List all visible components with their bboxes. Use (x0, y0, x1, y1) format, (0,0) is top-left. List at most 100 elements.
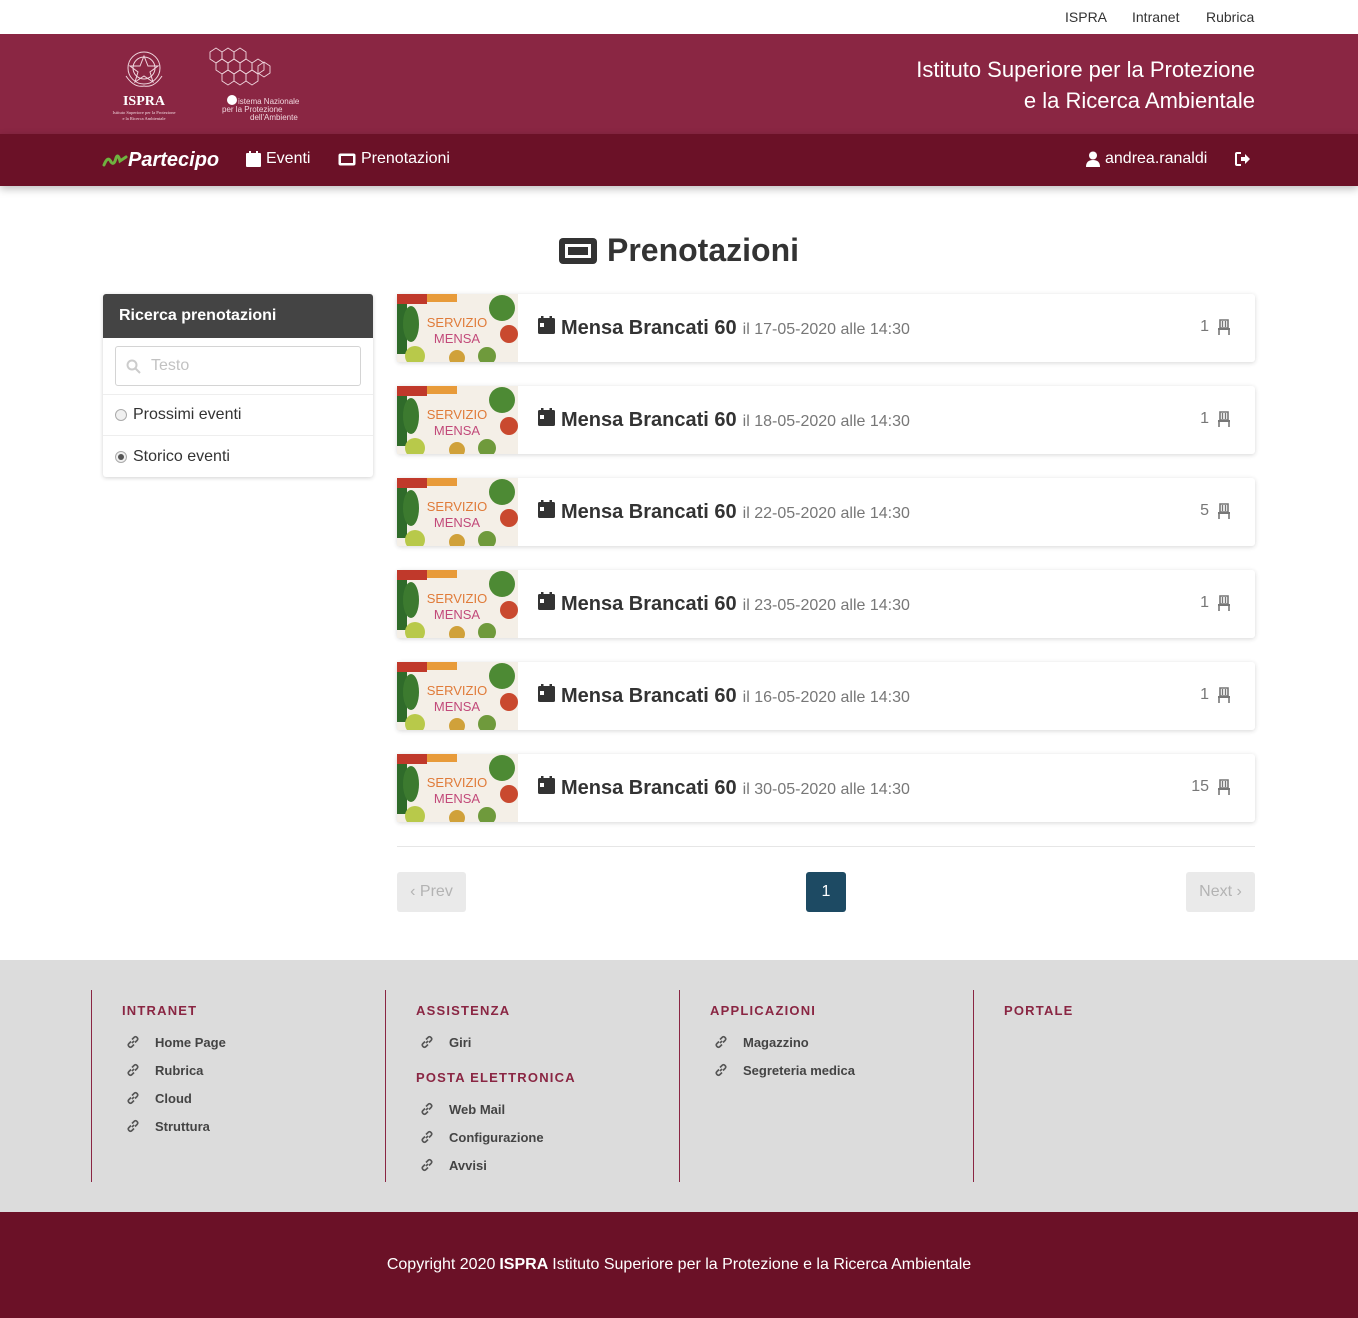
chair-icon (1218, 595, 1230, 611)
nav-eventi-label: Eventi (266, 150, 311, 167)
footer-heading: POSTA ELETTRONICA (416, 1070, 576, 1085)
calendar-icon (246, 151, 261, 167)
page-number-button[interactable]: 1 (806, 872, 846, 912)
search-sidebar: Ricerca prenotazioni Prossimi eventi Sto… (103, 294, 373, 477)
event-title[interactable]: Mensa Brancati 60 (561, 685, 737, 708)
seat-count: 1 (1200, 594, 1231, 612)
filter-storico-eventi[interactable]: Storico eventi (103, 436, 373, 477)
event-date: il 17-05-2020 alle 14:30 (742, 321, 910, 338)
link-icon (127, 1119, 139, 1133)
event-title[interactable]: Mensa Brancati 60 (561, 593, 737, 616)
link-icon (421, 1035, 433, 1049)
thumbnail-text-2: MENSA (434, 515, 481, 530)
logout-button[interactable] (1235, 152, 1256, 166)
copyright-suffix: Istituto Superiore per la Protezione e l… (552, 1256, 972, 1273)
nav-prenotazioni[interactable]: Prenotazioni (338, 150, 450, 168)
prev-page-button[interactable]: ‹ Prev (397, 872, 466, 912)
booking-card[interactable]: SERVIZIO MENSA Mensa Brancati 60 il 16-0… (397, 662, 1255, 730)
event-title[interactable]: Mensa Brancati 60 (561, 777, 737, 800)
booking-card[interactable]: SERVIZIO MENSA Mensa Brancati 60 il 18-0… (397, 386, 1255, 454)
footer-link[interactable]: Rubrica (122, 1056, 226, 1084)
footer-link[interactable]: Giri (416, 1028, 576, 1056)
footer-link[interactable]: Magazzino (710, 1028, 855, 1056)
footer-link[interactable]: Home Page (122, 1028, 226, 1056)
footer-link[interactable]: Cloud (122, 1084, 226, 1112)
event-date: il 22-05-2020 alle 14:30 (742, 505, 910, 522)
thumbnail-text-2: MENSA (434, 331, 481, 346)
footer-heading: APPLICAZIONI (710, 1003, 817, 1018)
event-date: il 16-05-2020 alle 14:30 (742, 689, 910, 706)
footer-link[interactable]: Struttura (122, 1112, 226, 1140)
search-box[interactable] (115, 346, 361, 386)
thumbnail-text-1: SERVIZIO (427, 775, 487, 790)
link-icon (421, 1102, 433, 1116)
booking-card[interactable]: SERVIZIO MENSA Mensa Brancati 60 il 30-0… (397, 754, 1255, 822)
copyright-org: ISPRA (499, 1256, 549, 1273)
card-body: Mensa Brancati 60 il 18-05-2020 alle 14:… (538, 408, 1255, 432)
footer-link[interactable]: Configurazione (416, 1123, 576, 1151)
ispra-logo[interactable]: ISPRA Istituto Superiore per la Protezio… (104, 46, 184, 124)
chair-icon (1218, 503, 1230, 519)
footer-link-label: Struttura (155, 1118, 210, 1134)
sidebar-title: Ricerca prenotazioni (103, 294, 373, 338)
partecipo-brand[interactable]: Partecipo (102, 148, 219, 172)
event-title[interactable]: Mensa Brancati 60 (561, 501, 737, 524)
radio-prossimi[interactable] (115, 409, 127, 421)
filter-prossimi-eventi[interactable]: Prossimi eventi (103, 395, 373, 436)
top-link-rubrica[interactable]: Rubrica (1206, 9, 1254, 25)
chair-icon (1218, 319, 1230, 335)
footer-col-intranet: INTRANET Home Page Rubrica Cloud Struttura (91, 990, 226, 1182)
card-body: Mensa Brancati 60 il 23-05-2020 alle 14:… (538, 592, 1255, 616)
link-icon (127, 1063, 139, 1077)
nav-prenotazioni-label: Prenotazioni (361, 150, 450, 167)
seat-count: 1 (1200, 410, 1231, 428)
nav-eventi[interactable]: Eventi (246, 150, 310, 168)
event-thumbnail: SERVIZIO MENSA (397, 478, 518, 546)
event-thumbnail: SERVIZIO MENSA (397, 662, 518, 730)
link-icon (127, 1035, 139, 1049)
link-icon (715, 1063, 727, 1077)
booking-card[interactable]: SERVIZIO MENSA Mensa Brancati 60 il 23-0… (397, 570, 1255, 638)
footer-col-assistenza: ASSISTENZA Giri POSTA ELETTRONICA Web Ma… (385, 990, 576, 1182)
footer-link-label: Cloud (155, 1090, 192, 1106)
footer-col-portale: PORTALE (973, 990, 1074, 1182)
footer-link-label: Avvisi (449, 1157, 487, 1173)
seat-count: 15 (1191, 778, 1231, 796)
thumbnail-text-1: SERVIZIO (427, 591, 487, 606)
event-title[interactable]: Mensa Brancati 60 (561, 317, 737, 340)
event-title[interactable]: Mensa Brancati 60 (561, 409, 737, 432)
chair-icon (1218, 779, 1230, 795)
link-icon (715, 1035, 727, 1049)
event-date: il 30-05-2020 alle 14:30 (742, 781, 910, 798)
snpa-logo[interactable]: istema Nazionale per la Protezione dell'… (200, 44, 330, 126)
booking-card[interactable]: SERVIZIO MENSA Mensa Brancati 60 il 17-0… (397, 294, 1255, 362)
calendar-icon (538, 592, 555, 610)
copyright-bar: Copyright 2020 ISPRA Istituto Superiore … (0, 1212, 1358, 1318)
user-menu[interactable]: andrea.ranaldi (1086, 150, 1207, 168)
next-page-button[interactable]: Next › (1186, 872, 1255, 912)
footer-link[interactable]: Web Mail (416, 1095, 576, 1123)
booking-card[interactable]: SERVIZIO MENSA Mensa Brancati 60 il 22-0… (397, 478, 1255, 546)
event-thumbnail: SERVIZIO MENSA (397, 386, 518, 454)
calendar-icon (538, 500, 555, 518)
seat-count-value: 1 (1200, 410, 1209, 427)
event-thumbnail: SERVIZIO MENSA (397, 570, 518, 638)
seat-count-value: 1 (1200, 594, 1209, 611)
seat-count-value: 5 (1200, 502, 1209, 519)
footer-heading: INTRANET (122, 1003, 198, 1018)
footer-link-label: Rubrica (155, 1062, 204, 1078)
calendar-icon (538, 684, 555, 702)
radio-storico[interactable] (115, 450, 127, 463)
footer-link[interactable]: Avvisi (416, 1151, 576, 1179)
logout-icon (1235, 152, 1250, 166)
calendar-icon (538, 408, 555, 426)
chair-icon (1218, 687, 1230, 703)
top-link-ispra[interactable]: ISPRA (1065, 9, 1107, 25)
thumbnail-text-2: MENSA (434, 423, 481, 438)
top-link-intranet[interactable]: Intranet (1132, 9, 1179, 25)
footer-heading: PORTALE (1004, 1003, 1074, 1018)
ticket-icon (338, 153, 356, 165)
footer-link[interactable]: Segreteria medica (710, 1056, 855, 1084)
search-input[interactable] (151, 357, 351, 375)
card-body: Mensa Brancati 60 il 30-05-2020 alle 14:… (538, 776, 1255, 800)
